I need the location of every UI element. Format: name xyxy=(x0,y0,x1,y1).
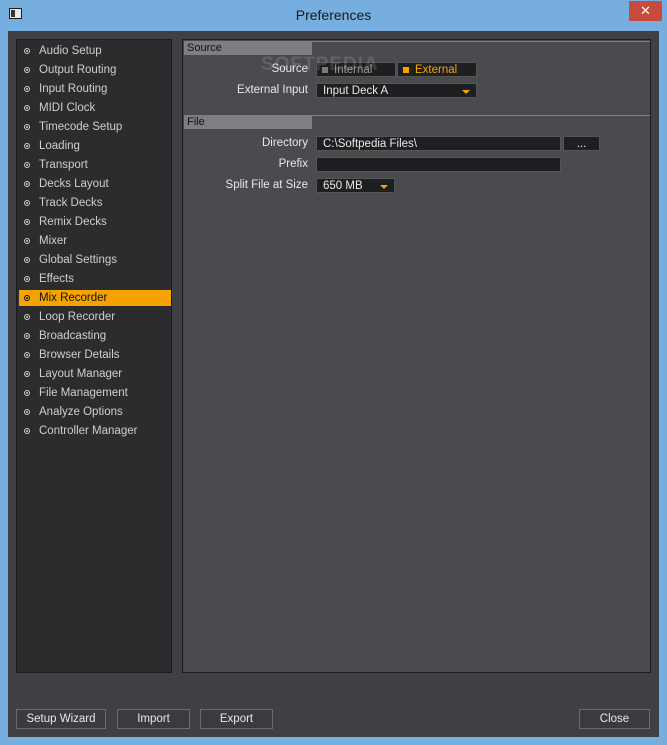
bullet-icon xyxy=(24,162,30,168)
split-file-label: Split File at Size xyxy=(225,179,308,191)
chevron-down-icon xyxy=(462,90,470,94)
sidebar-item-input-routing[interactable]: Input Routing xyxy=(19,81,171,97)
title-bar[interactable]: Preferences ✕ xyxy=(0,0,667,31)
sidebar-item-label: Effects xyxy=(39,273,74,285)
sidebar-item-loading[interactable]: Loading xyxy=(19,138,171,154)
sidebar-item-global-settings[interactable]: Global Settings xyxy=(19,252,171,268)
bullet-icon xyxy=(24,428,30,434)
sidebar-item-label: Browser Details xyxy=(39,349,120,361)
sidebar-item-remix-decks[interactable]: Remix Decks xyxy=(19,214,171,230)
sidebar-item-label: Transport xyxy=(39,159,88,171)
bullet-icon xyxy=(24,181,30,187)
sidebar-item-transport[interactable]: Transport xyxy=(19,157,171,173)
bullet-icon xyxy=(24,143,30,149)
directory-field[interactable]: C:\Softpedia Files\ xyxy=(316,136,561,151)
external-input-dropdown[interactable]: Input Deck A xyxy=(316,83,477,98)
bullet-icon xyxy=(24,371,30,377)
sidebar-item-effects[interactable]: Effects xyxy=(19,271,171,287)
bullet-icon xyxy=(24,48,30,54)
sidebar-item-label: Loading xyxy=(39,140,80,152)
sidebar-item-midi-clock[interactable]: MIDI Clock xyxy=(19,100,171,116)
bullet-icon xyxy=(24,219,30,225)
sidebar-item-label: Mix Recorder xyxy=(39,292,108,304)
sidebar-item-label: Controller Manager xyxy=(39,425,138,437)
sidebar-item-browser-details[interactable]: Browser Details xyxy=(19,347,171,363)
close-button[interactable]: Close xyxy=(579,709,650,729)
bullet-icon xyxy=(24,295,30,301)
sidebar-item-label: Track Decks xyxy=(39,197,103,209)
browse-directory-button[interactable]: ... xyxy=(563,136,600,151)
sidebar: Audio Setup Output Routing Input Routing MI… xyxy=(16,39,172,673)
bullet-icon xyxy=(24,238,30,244)
sidebar-item-decks-layout[interactable]: Decks Layout xyxy=(19,176,171,192)
sidebar-item-file-management[interactable]: File Management xyxy=(19,385,171,401)
external-input-value: Input Deck A xyxy=(323,85,389,97)
bullet-icon xyxy=(24,105,30,111)
split-size-dropdown[interactable]: 650 MB xyxy=(316,178,395,193)
sidebar-item-output-routing[interactable]: Output Routing xyxy=(19,62,171,78)
window-close-button[interactable]: ✕ xyxy=(629,1,662,21)
sidebar-item-mixer[interactable]: Mixer xyxy=(19,233,171,249)
watermark: SOFTPEDIA xyxy=(261,54,379,75)
sidebar-item-label: Layout Manager xyxy=(39,368,123,380)
sidebar-item-analyze-options[interactable]: Analyze Options xyxy=(19,404,171,420)
sidebar-item-loop-recorder[interactable]: Loop Recorder xyxy=(19,309,171,325)
import-button[interactable]: Import xyxy=(117,709,190,729)
prefix-field[interactable] xyxy=(316,157,561,172)
section-header-file: File xyxy=(184,115,312,129)
sidebar-item-broadcasting[interactable]: Broadcasting xyxy=(19,328,171,344)
sidebar-item-timecode-setup[interactable]: Timecode Setup xyxy=(19,119,171,135)
bullet-icon xyxy=(24,314,30,320)
setup-wizard-button[interactable]: Setup Wizard xyxy=(16,709,106,729)
prefix-label: Prefix xyxy=(278,158,308,170)
sidebar-item-label: Global Settings xyxy=(39,254,117,266)
external-input-label: External Input xyxy=(237,84,308,96)
sidebar-item-label: Input Routing xyxy=(39,83,108,95)
sidebar-item-label: Analyze Options xyxy=(39,406,123,418)
bullet-icon xyxy=(24,257,30,263)
sidebar-item-mix-recorder[interactable]: Mix Recorder xyxy=(19,290,171,306)
window-title: Preferences xyxy=(295,7,372,23)
sidebar-item-label: Decks Layout xyxy=(39,178,109,190)
chevron-down-icon xyxy=(380,185,388,189)
sidebar-item-label: Output Routing xyxy=(39,64,117,76)
bullet-icon xyxy=(24,333,30,339)
sidebar-item-label: Audio Setup xyxy=(39,45,102,57)
settings-panel: Source Source Internal External SOFTPEDI… xyxy=(182,39,651,673)
sidebar-item-label: File Management xyxy=(39,387,128,399)
section-divider xyxy=(312,115,650,116)
bullet-icon xyxy=(24,352,30,358)
export-button[interactable]: Export xyxy=(200,709,273,729)
radio-square-selected-icon xyxy=(403,66,409,73)
bullet-icon xyxy=(24,86,30,92)
sidebar-item-label: Timecode Setup xyxy=(39,121,123,133)
sidebar-item-label: Mixer xyxy=(39,235,68,247)
bullet-icon xyxy=(24,124,30,130)
section-divider xyxy=(312,41,650,42)
sidebar-item-label: Remix Decks xyxy=(39,216,107,228)
section-header-source: Source xyxy=(184,41,312,55)
sidebar-item-controller-manager[interactable]: Controller Manager xyxy=(19,423,171,439)
sidebar-item-layout-manager[interactable]: Layout Manager xyxy=(19,366,171,382)
sidebar-item-label: Loop Recorder xyxy=(39,311,116,323)
sidebar-item-track-decks[interactable]: Track Decks xyxy=(19,195,171,211)
bullet-icon xyxy=(24,409,30,415)
sidebar-item-label: MIDI Clock xyxy=(39,102,96,114)
preferences-window: Preferences ✕ Audio Setup Output Routing I… xyxy=(0,0,667,745)
bullet-icon xyxy=(24,276,30,282)
bullet-icon xyxy=(24,390,30,396)
bullet-icon xyxy=(24,200,30,206)
sidebar-item-audio-setup[interactable]: Audio Setup xyxy=(19,43,171,59)
source-external-option[interactable]: External xyxy=(397,62,477,77)
directory-label: Directory xyxy=(261,137,308,149)
external-label: External xyxy=(415,64,458,76)
bullet-icon xyxy=(24,67,30,73)
sidebar-item-label: Broadcasting xyxy=(39,330,107,342)
split-size-value: 650 MB xyxy=(323,180,363,192)
client-area: Audio Setup Output Routing Input Routing MI… xyxy=(8,31,659,737)
